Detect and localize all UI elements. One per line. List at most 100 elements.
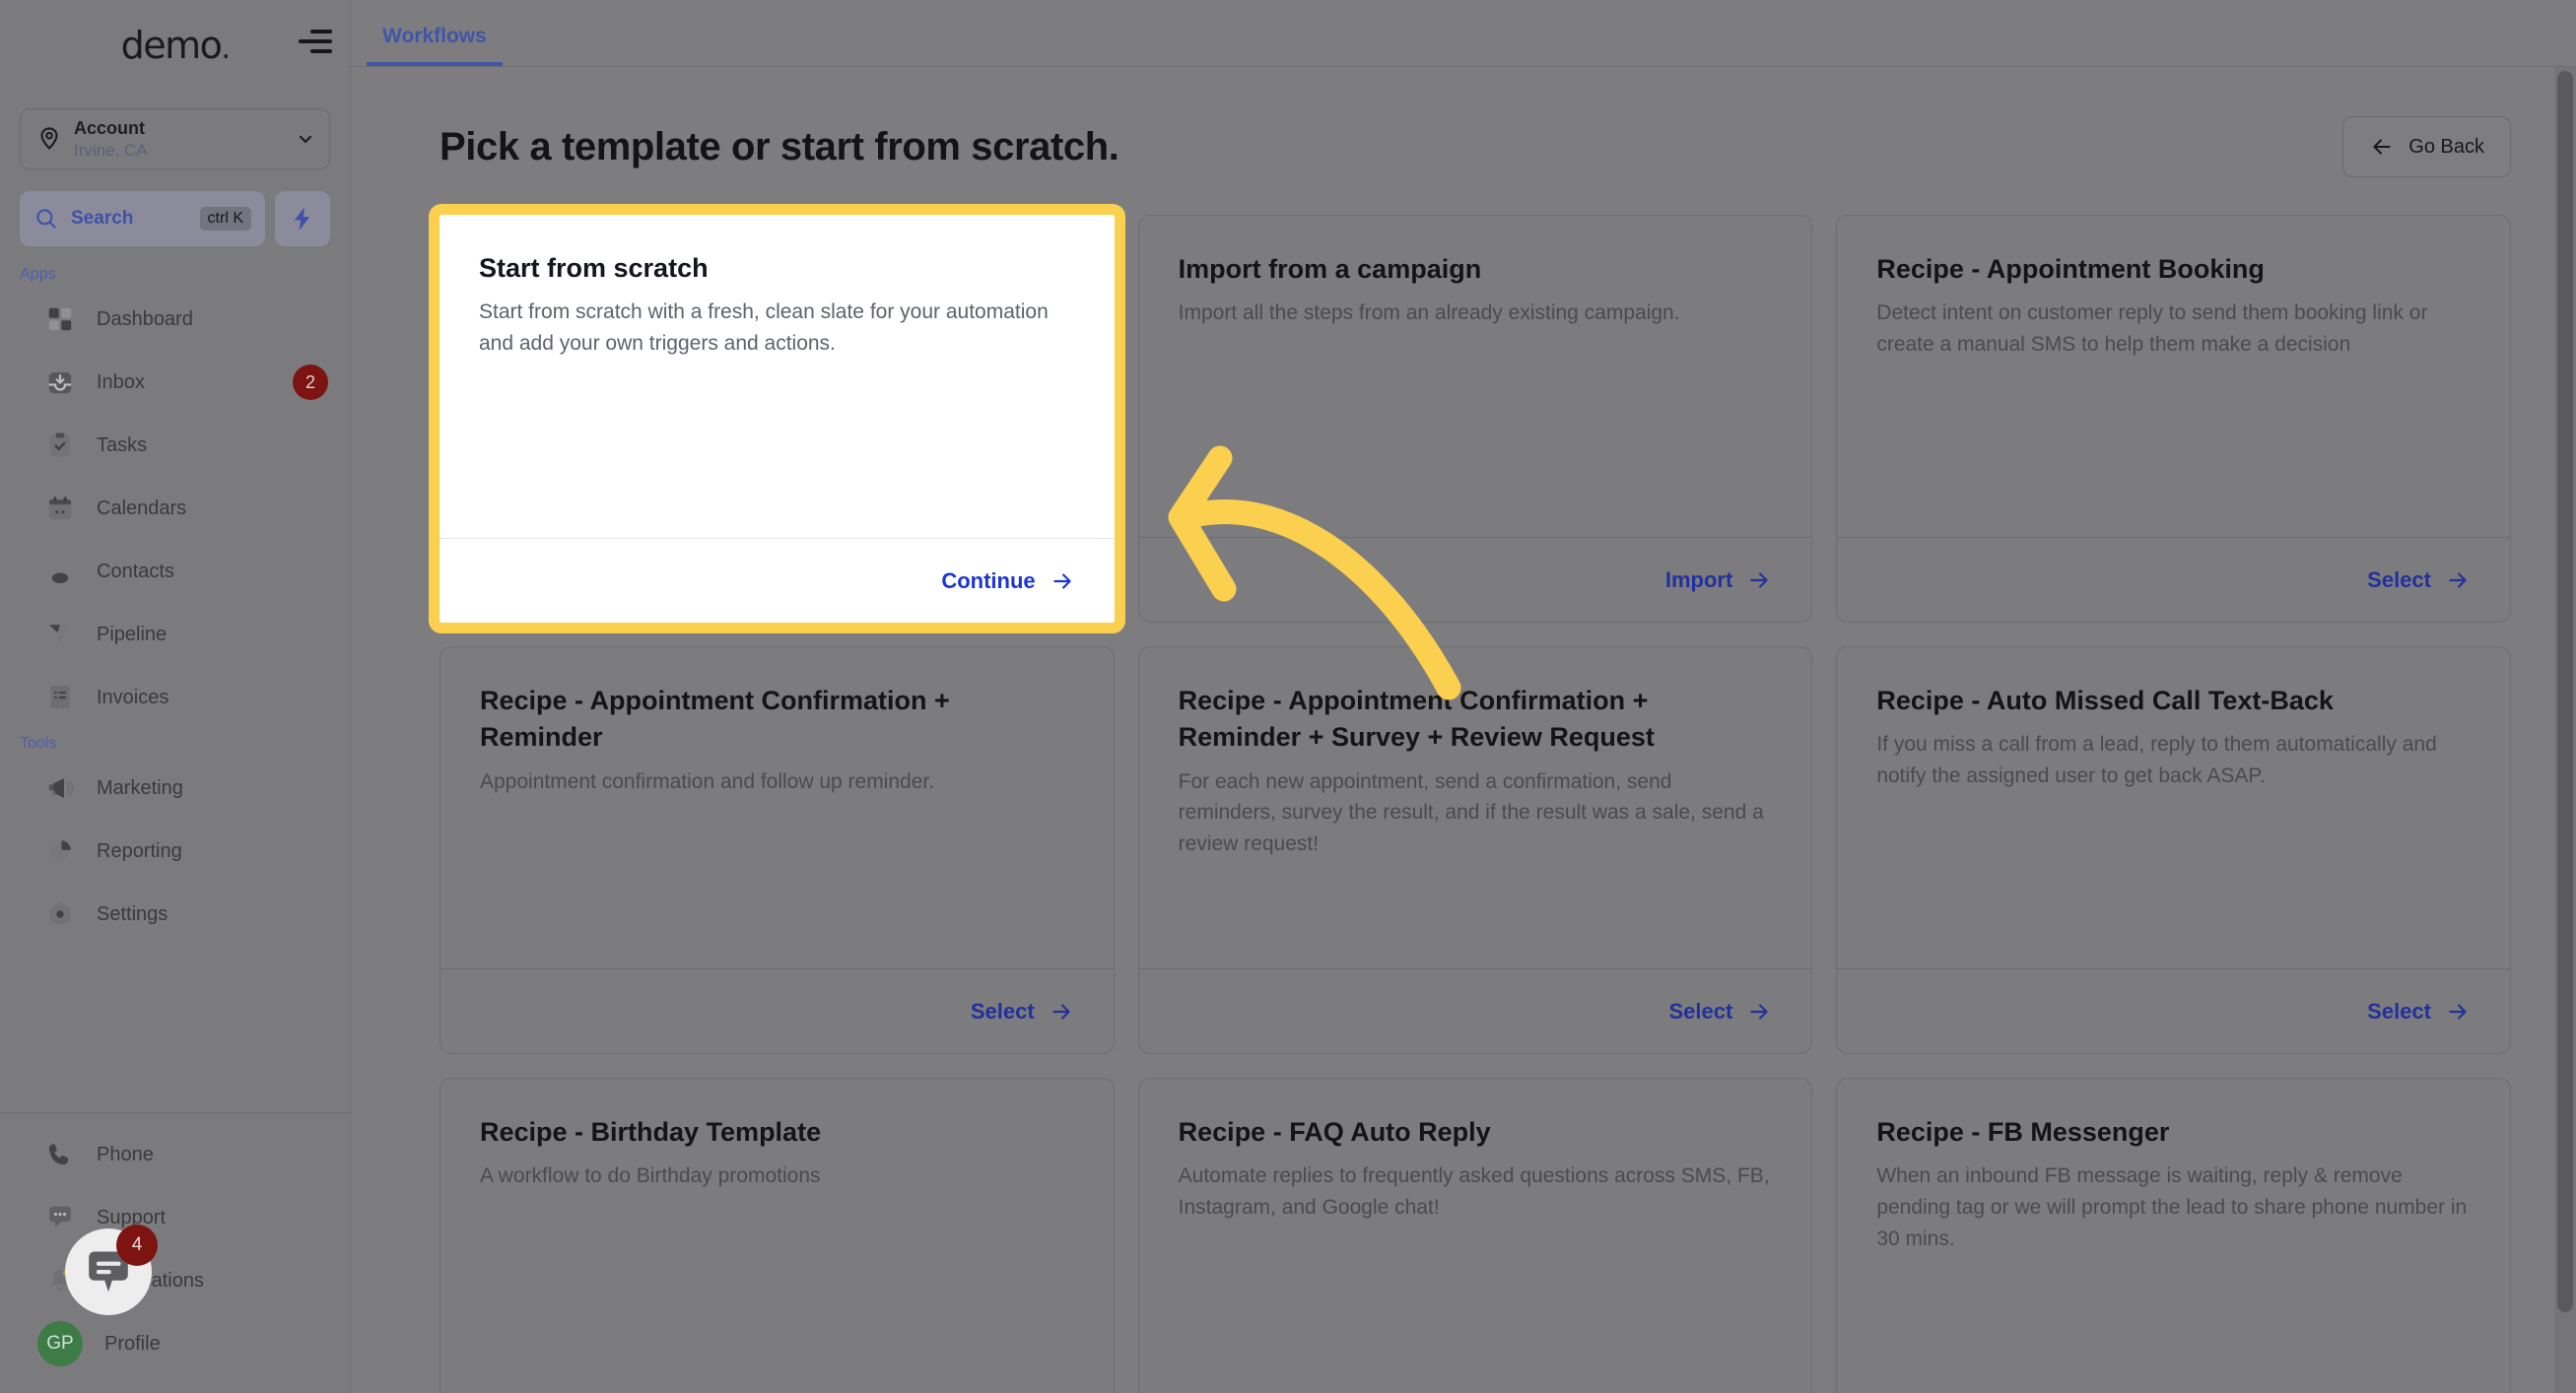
- template-card-appointment-booking[interactable]: Recipe - Appointment Booking Detect inte…: [1836, 215, 2511, 623]
- inbox-tray-icon: [48, 372, 72, 394]
- sidebar-item-label: Settings: [97, 902, 169, 925]
- sidebar-item-dashboard[interactable]: Dashboard: [0, 288, 350, 351]
- pie-chart-icon: [49, 840, 71, 862]
- person-icon: [51, 561, 69, 583]
- brand-dot: .: [221, 32, 231, 66]
- sidebar-item-calendars[interactable]: Calendars: [0, 477, 350, 540]
- account-texts: Account Irvine, CA: [74, 117, 296, 161]
- sidebar-item-invoices[interactable]: Invoices: [0, 666, 350, 729]
- continue-button[interactable]: Continue: [941, 568, 1035, 594]
- sidebar-item-label: Tasks: [97, 433, 148, 456]
- card-body: Recipe - Birthday Template A workflow to…: [441, 1079, 1114, 1393]
- template-card-start-from-scratch[interactable]: Start from scratch Start from scratch wi…: [429, 204, 1125, 633]
- sidebar-nav: Apps Dashboard Inbox 2 Tasks Calendars C…: [0, 246, 350, 1112]
- sidebar-item-marketing[interactable]: Marketing: [0, 757, 350, 820]
- sidebar-item-contacts[interactable]: Contacts: [0, 540, 350, 603]
- sidebar-item-profile[interactable]: GP Profile: [0, 1312, 350, 1375]
- card-description: Start from scratch with a fresh, clean s…: [479, 300, 1049, 356]
- card-body: Recipe - Auto Missed Call Text-Back If y…: [1837, 647, 2510, 968]
- card-title: Recipe - FAQ Auto Reply: [1178, 1117, 1491, 1147]
- card-footer: Select: [1138, 968, 1812, 1053]
- card-description: Appointment confirmation and follow up r…: [480, 769, 935, 793]
- card-description: Detect intent on customer reply to send …: [1876, 301, 2428, 357]
- sidebar-item-notifications[interactable]: Notifications: [0, 1249, 350, 1312]
- card-footer: Continue: [440, 538, 1115, 623]
- funnel-icon: [49, 625, 71, 646]
- template-card-auto-missed-call-text-back[interactable]: Recipe - Auto Missed Call Text-Back If y…: [1836, 646, 2511, 1054]
- card-title: Recipe - Auto Missed Call Text-Back: [1876, 686, 2334, 715]
- card-body: Recipe - FAQ Auto Reply Automate replies…: [1139, 1079, 1812, 1393]
- inbox-unread-badge: 2: [293, 365, 328, 400]
- template-card-faq-auto-reply[interactable]: Recipe - FAQ Auto Reply Automate replies…: [1137, 1078, 1813, 1393]
- search-label: Search: [71, 208, 134, 229]
- chevron-down-icon: [299, 135, 312, 143]
- card-title: Import from a campaign: [1178, 254, 1482, 284]
- sidebar-item-tasks[interactable]: Tasks: [0, 414, 350, 477]
- sidebar-item-label: Dashboard: [97, 307, 193, 330]
- template-card-import-from-campaign[interactable]: Import from a campaign Import all the st…: [1137, 215, 1813, 623]
- sidebar-item-reporting[interactable]: Reporting: [0, 820, 350, 883]
- sidebar: demo. Account Irvine, CA Search ctrl K A…: [0, 0, 351, 1393]
- template-card-appointment-confirmation-survey-review[interactable]: Recipe - Appointment Confirmation + Remi…: [1137, 646, 1813, 1054]
- collapse-line-2: [299, 39, 332, 43]
- card-body: Import from a campaign Import all the st…: [1139, 216, 1812, 537]
- collapse-sidebar-icon[interactable]: [291, 22, 332, 61]
- card-description: Automate replies to frequently asked que…: [1178, 1164, 1770, 1220]
- sidebar-item-label: Profile: [104, 1332, 161, 1355]
- page-header: Pick a template or start from scratch. G…: [351, 67, 2576, 177]
- arrow-right-icon: [2449, 571, 2467, 588]
- dashboard-grid-icon: [48, 307, 72, 331]
- gear-icon: [49, 902, 71, 926]
- card-title: Recipe - Appointment Booking: [1876, 254, 2265, 284]
- card-footer: Import: [1138, 537, 1812, 622]
- chat-widget[interactable]: 4: [65, 1225, 158, 1315]
- card-footer: Select: [441, 968, 1114, 1053]
- select-button[interactable]: Select: [971, 999, 1035, 1025]
- nav-group-label-tools: Tools: [20, 735, 57, 752]
- sidebar-item-label: Calendars: [97, 497, 187, 519]
- brand-name: demo: [120, 24, 223, 67]
- import-button[interactable]: Import: [1665, 567, 1732, 593]
- main-content: Workflows Pick a template or start from …: [351, 0, 2576, 1393]
- sidebar-item-support[interactable]: Support: [0, 1186, 350, 1249]
- template-card-grid: Start from scratch Start from scratch wi…: [351, 177, 2576, 1393]
- sidebar-search-row: Search ctrl K: [20, 191, 330, 246]
- card-title: Recipe - FB Messenger: [1876, 1117, 2170, 1147]
- select-button[interactable]: Select: [2367, 999, 2431, 1025]
- account-switcher[interactable]: Account Irvine, CA: [20, 108, 330, 169]
- megaphone-icon: [48, 778, 74, 798]
- go-back-button[interactable]: Go Back: [2342, 116, 2511, 177]
- sidebar-item-inbox[interactable]: Inbox 2: [0, 351, 350, 414]
- select-button[interactable]: Select: [1669, 999, 1733, 1025]
- page-title: Pick a template or start from scratch.: [440, 124, 1119, 168]
- sidebar-item-phone[interactable]: Phone: [0, 1123, 350, 1186]
- vertical-scrollbar-thumb[interactable]: [2557, 71, 2573, 1312]
- sidebar-item-label: Invoices: [97, 686, 169, 708]
- card-footer: Select: [1837, 968, 2510, 1053]
- card-footer: Select: [1837, 537, 2510, 622]
- template-card-birthday-template[interactable]: Recipe - Birthday Template A workflow to…: [440, 1078, 1115, 1393]
- location-pin-icon: [40, 127, 58, 150]
- arrow-right-icon: [1750, 1003, 1768, 1020]
- search-input[interactable]: Search ctrl K: [20, 191, 265, 246]
- nav-group-label-apps: Apps: [20, 266, 56, 283]
- quick-action-button[interactable]: [275, 191, 330, 246]
- card-body: Recipe - Appointment Confirmation + Remi…: [1139, 647, 1812, 968]
- arrow-right-icon: [2449, 1003, 2467, 1020]
- tab-workflows[interactable]: Workflows: [367, 25, 503, 66]
- card-description: Import all the steps from an already exi…: [1178, 301, 1680, 325]
- app-root: demo. Account Irvine, CA Search ctrl K A…: [0, 0, 2576, 1393]
- sidebar-item-settings[interactable]: Settings: [0, 883, 350, 946]
- search-shortcut-badge: ctrl K: [199, 207, 251, 231]
- template-card-appointment-confirmation-reminder[interactable]: Recipe - Appointment Confirmation + Remi…: [440, 646, 1115, 1054]
- select-button[interactable]: Select: [2367, 567, 2431, 593]
- template-card-fb-messenger[interactable]: Recipe - FB Messenger When an inbound FB…: [1836, 1078, 2511, 1393]
- card-title: Start from scratch: [479, 253, 709, 283]
- sidebar-item-pipeline[interactable]: Pipeline: [0, 603, 350, 666]
- invoice-list-icon: [50, 686, 70, 709]
- card-body: Recipe - Appointment Booking Detect inte…: [1837, 216, 2510, 537]
- sidebar-item-label: Contacts: [97, 560, 174, 582]
- card-title: Recipe - Appointment Confirmation + Remi…: [1178, 686, 1655, 753]
- card-description: If you miss a call from a lead, reply to…: [1876, 733, 2437, 788]
- card-title: Recipe - Appointment Confirmation + Remi…: [480, 686, 950, 753]
